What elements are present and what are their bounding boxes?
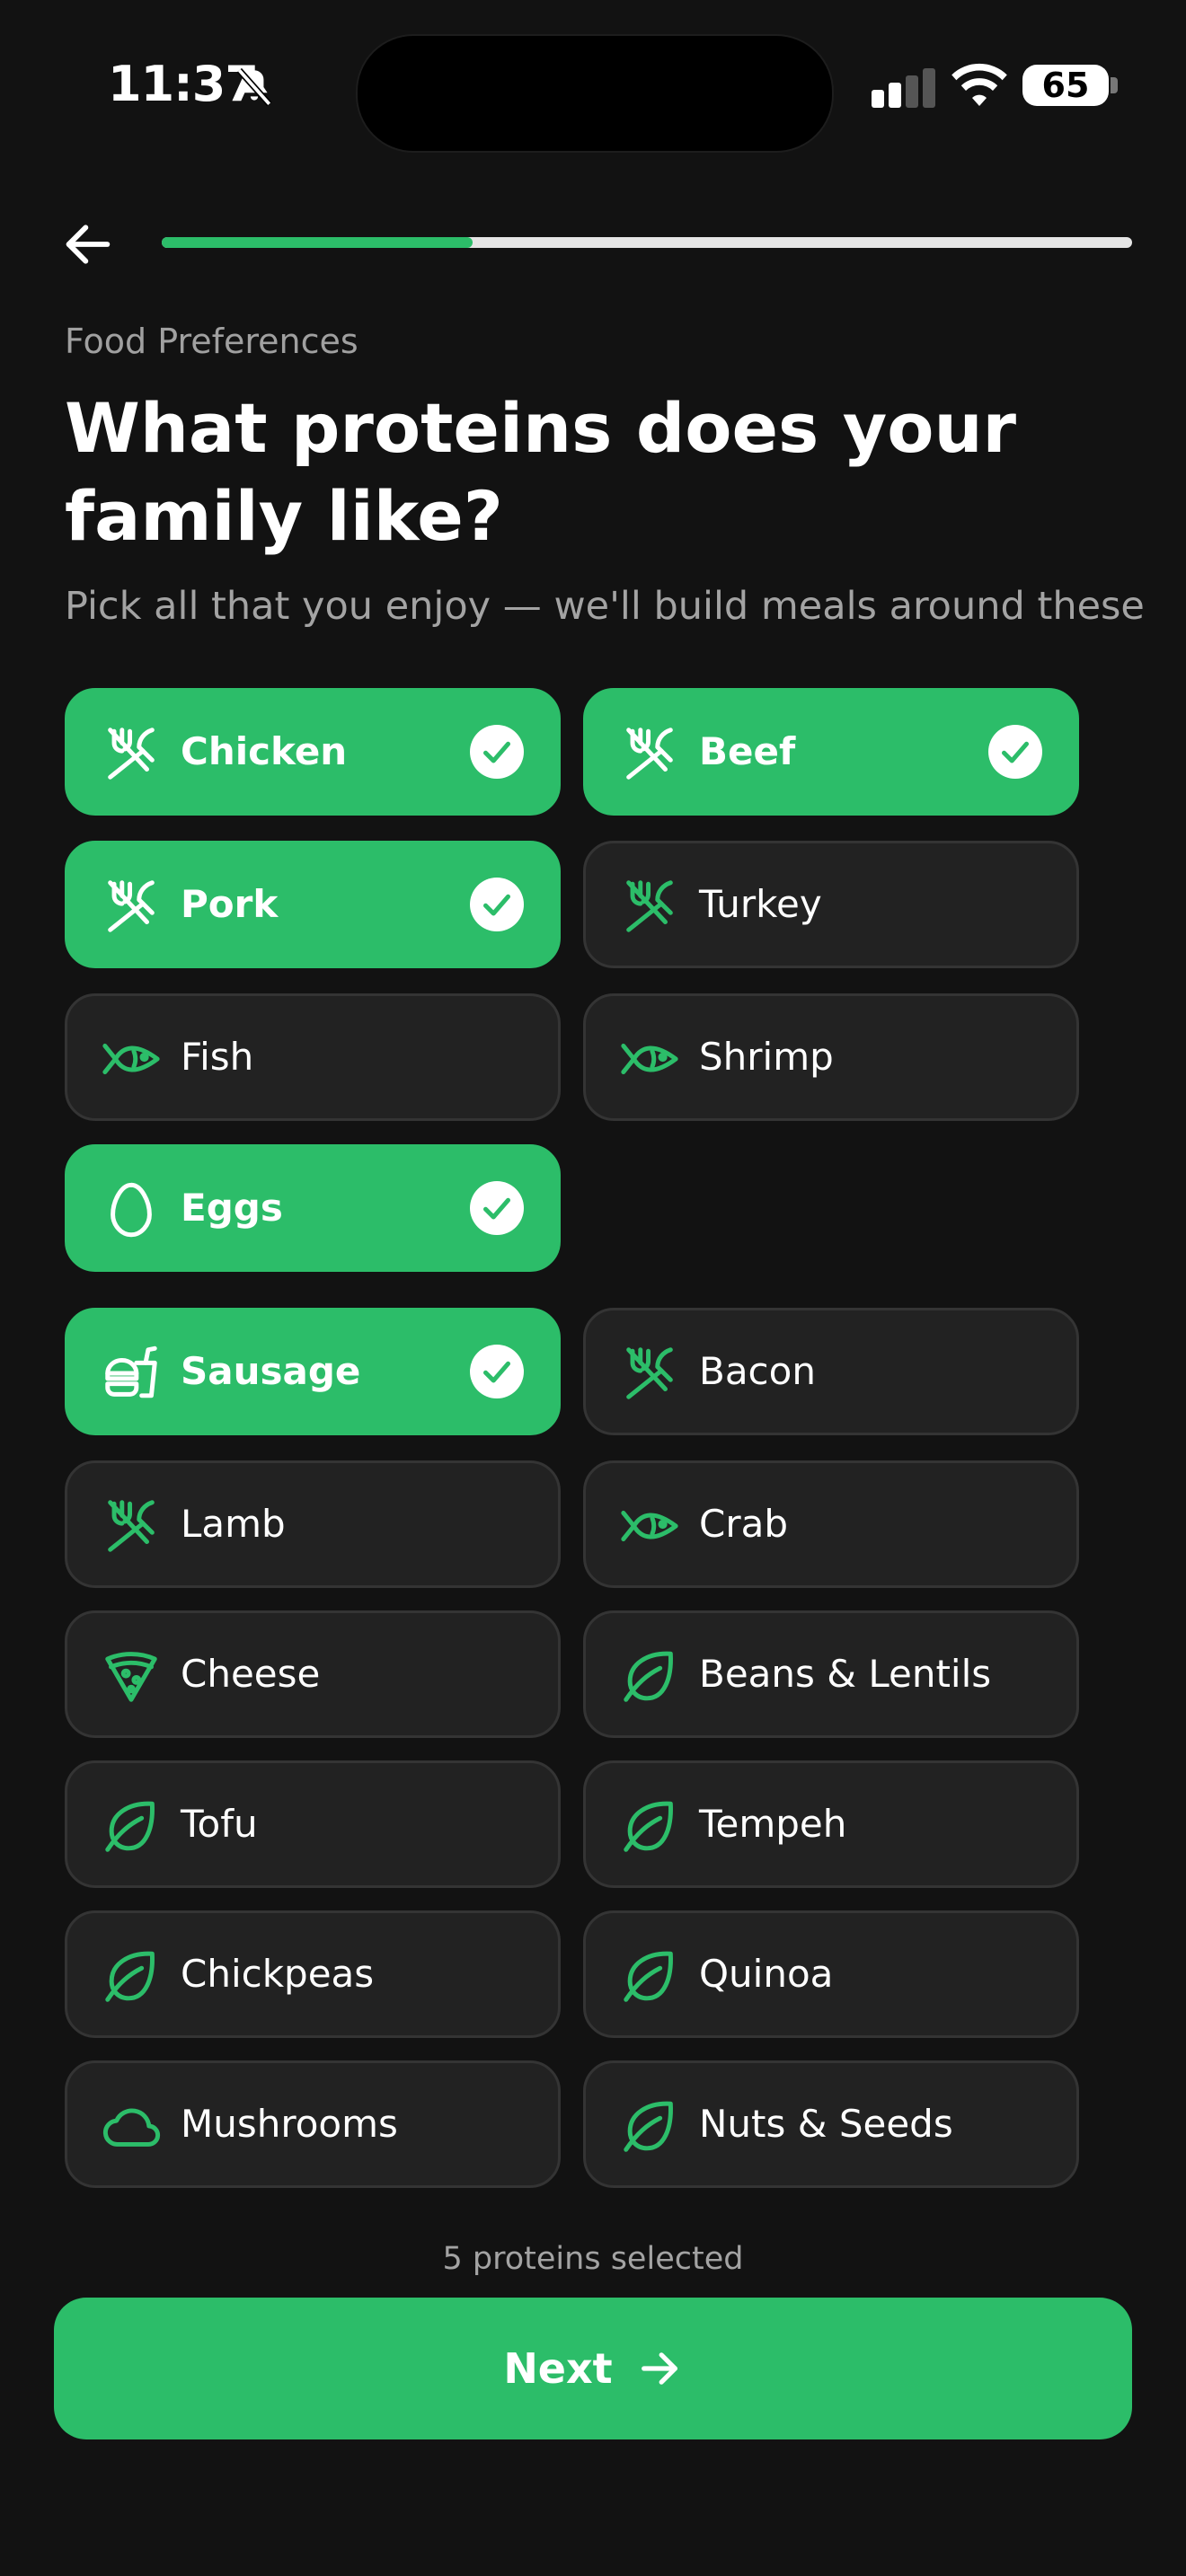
protein-option-beef[interactable]: Beef bbox=[583, 688, 1079, 816]
protein-option-tofu[interactable]: Tofu bbox=[65, 1760, 561, 1888]
leaf-icon bbox=[624, 1651, 673, 1702]
option-label: Crab bbox=[699, 1502, 788, 1546]
option-label: Chicken bbox=[181, 729, 348, 773]
burger-drink-icon bbox=[105, 1345, 157, 1398]
leaf-icon bbox=[105, 1801, 155, 1852]
leaf-icon bbox=[624, 1801, 673, 1852]
protein-option-beans-lentils[interactable]: Beans & Lentils bbox=[583, 1610, 1079, 1738]
protein-option-cheese[interactable]: Cheese bbox=[65, 1610, 561, 1738]
utensils-icon bbox=[108, 880, 155, 932]
next-button[interactable]: Next bbox=[54, 2298, 1132, 2439]
section-eyebrow: Food Preferences bbox=[65, 322, 358, 361]
option-label: Bacon bbox=[699, 1349, 816, 1393]
option-label: Tofu bbox=[181, 1802, 258, 1846]
option-label: Nuts & Seeds bbox=[699, 2102, 953, 2146]
option-label: Mushrooms bbox=[181, 2102, 398, 2146]
protein-option-chicken[interactable]: Chicken bbox=[65, 688, 561, 816]
option-label: Beans & Lentils bbox=[699, 1652, 992, 1696]
option-label: Tempeh bbox=[699, 1802, 847, 1846]
next-button-label: Next bbox=[503, 2344, 613, 2393]
protein-option-bacon[interactable]: Bacon bbox=[583, 1308, 1079, 1435]
checkmark-icon bbox=[988, 725, 1042, 779]
utensils-icon bbox=[626, 1347, 673, 1399]
protein-option-pork[interactable]: Pork bbox=[65, 841, 561, 968]
option-label: Chickpeas bbox=[181, 1952, 375, 1996]
battery-indicator: 65 bbox=[1022, 65, 1109, 106]
option-label: Beef bbox=[699, 729, 796, 773]
option-label: Fish bbox=[181, 1035, 254, 1079]
checkmark-icon bbox=[470, 878, 524, 931]
utensils-icon bbox=[626, 880, 673, 932]
fish-icon bbox=[102, 1043, 160, 1075]
checkmark-icon bbox=[470, 725, 524, 779]
protein-option-crab[interactable]: Crab bbox=[583, 1460, 1079, 1588]
page-subtitle: Pick all that you enjoy — we'll build me… bbox=[65, 584, 1145, 629]
protein-option-eggs[interactable]: Eggs bbox=[65, 1144, 561, 1272]
bell-muted-icon bbox=[236, 67, 272, 107]
protein-option-mushrooms[interactable]: Mushrooms bbox=[65, 2060, 561, 2188]
selection-count: 5 proteins selected bbox=[442, 2241, 744, 2277]
egg-icon bbox=[111, 1182, 152, 1238]
option-label: Quinoa bbox=[699, 1952, 834, 1996]
wifi-icon bbox=[951, 63, 1007, 106]
protein-option-shrimp[interactable]: Shrimp bbox=[583, 993, 1079, 1121]
option-label: Shrimp bbox=[699, 1035, 834, 1079]
option-label: Sausage bbox=[181, 1349, 361, 1393]
fish-icon bbox=[621, 1043, 678, 1075]
option-label: Pork bbox=[181, 882, 279, 926]
checkmark-icon bbox=[470, 1345, 524, 1398]
utensils-icon bbox=[626, 728, 673, 780]
fish-icon bbox=[621, 1510, 678, 1542]
status-bar: 11:37 65 bbox=[0, 0, 1186, 171]
utensils-icon bbox=[108, 1500, 155, 1552]
protein-option-tempeh[interactable]: Tempeh bbox=[583, 1760, 1079, 1888]
protein-option-sausage[interactable]: Sausage bbox=[65, 1308, 561, 1435]
cellular-signal-icon bbox=[872, 68, 935, 108]
arrow-right-icon bbox=[641, 2352, 677, 2385]
protein-option-lamb[interactable]: Lamb bbox=[65, 1460, 561, 1588]
option-label: Turkey bbox=[699, 882, 822, 926]
dynamic-island bbox=[356, 34, 834, 153]
option-label: Lamb bbox=[181, 1502, 286, 1546]
cloud-icon bbox=[102, 2108, 161, 2147]
battery-cap bbox=[1111, 77, 1118, 93]
leaf-icon bbox=[624, 2101, 673, 2152]
protein-option-turkey[interactable]: Turkey bbox=[583, 841, 1079, 968]
checkmark-icon bbox=[470, 1181, 524, 1235]
option-label: Eggs bbox=[181, 1186, 283, 1230]
protein-option-quinoa[interactable]: Quinoa bbox=[583, 1910, 1079, 2038]
utensils-icon bbox=[108, 728, 155, 780]
option-label: Cheese bbox=[181, 1652, 321, 1696]
progress-bar-fill bbox=[162, 237, 473, 248]
protein-option-fish[interactable]: Fish bbox=[65, 993, 561, 1121]
protein-option-nuts-seeds[interactable]: Nuts & Seeds bbox=[583, 2060, 1079, 2188]
protein-option-chickpeas[interactable]: Chickpeas bbox=[65, 1910, 561, 2038]
leaf-icon bbox=[105, 1951, 155, 2002]
progress-bar bbox=[162, 237, 1132, 248]
leaf-icon bbox=[624, 1951, 673, 2002]
page-title: What proteins does your family like? bbox=[65, 388, 1017, 556]
pizza-slice-icon bbox=[105, 1652, 157, 1702]
back-arrow-icon[interactable] bbox=[59, 216, 117, 273]
